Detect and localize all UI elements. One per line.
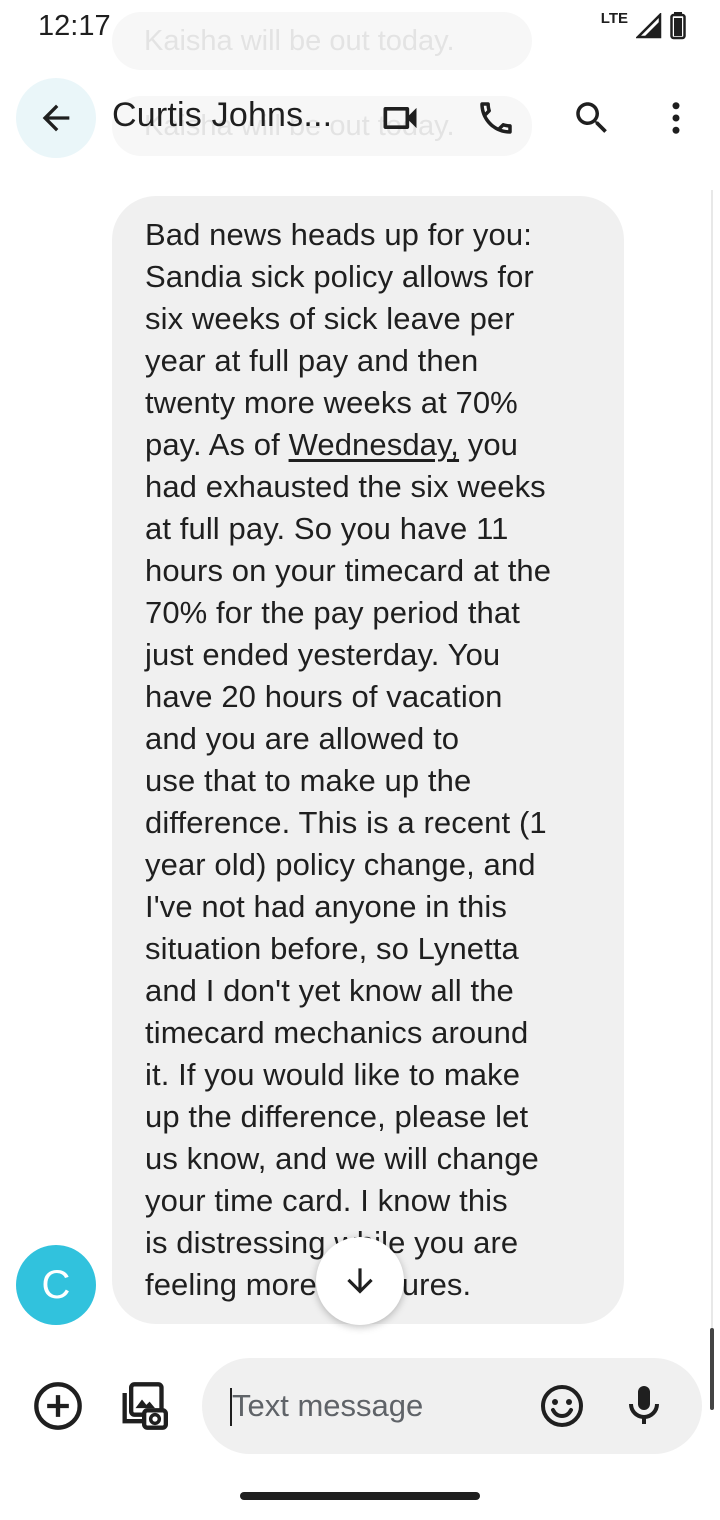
compose-bar — [0, 1358, 720, 1454]
network-type: LTE — [600, 9, 628, 27]
back-arrow-icon — [42, 104, 70, 132]
video-call-button[interactable] — [372, 90, 428, 146]
text-message-input[interactable] — [232, 1358, 522, 1454]
conversation-header: Curtis Johns... — [0, 78, 720, 158]
sender-avatar[interactable]: C — [16, 1245, 96, 1325]
home-indicator[interactable] — [240, 1492, 480, 1500]
message-text: Bad news heads up for you: Sandia sick p… — [145, 214, 596, 1306]
contact-name[interactable]: Curtis Johns... — [112, 96, 332, 135]
emoji-button[interactable] — [538, 1382, 586, 1430]
message-text-end: you had exhausted the six weeks at full … — [145, 427, 552, 1302]
video-call-icon — [383, 107, 417, 129]
message-text-start: Bad news heads up for you: Sandia sick p… — [145, 217, 534, 462]
back-button[interactable] — [16, 78, 96, 158]
gallery-camera-icon — [122, 1382, 168, 1430]
more-options-button[interactable] — [648, 90, 704, 146]
gallery-button[interactable] — [116, 1380, 168, 1432]
more-vert-icon — [672, 102, 680, 134]
search-icon — [576, 102, 607, 133]
battery-icon — [670, 12, 686, 40]
voice-input-button[interactable] — [620, 1382, 668, 1430]
emoji-icon — [541, 1385, 583, 1427]
search-button[interactable] — [564, 90, 620, 146]
scroll-track — [711, 190, 713, 1330]
notification-ghost: Kaisha will be out today. — [112, 12, 532, 70]
phone-call-button[interactable] — [468, 90, 524, 146]
phone-icon — [480, 102, 512, 134]
incoming-message-bubble[interactable]: Bad news heads up for you: Sandia sick p… — [112, 196, 624, 1324]
signal-icon — [636, 13, 662, 39]
status-time: 12:17 — [38, 10, 111, 42]
message-compose-field[interactable] — [202, 1358, 702, 1454]
date-link[interactable]: Wednesday, — [289, 427, 459, 462]
microphone-icon — [629, 1386, 659, 1424]
add-attachment-button[interactable] — [32, 1380, 84, 1432]
arrow-down-icon — [347, 1268, 373, 1294]
add-circle-icon — [34, 1382, 82, 1430]
status-icons: LTE — [600, 9, 686, 40]
scroll-to-bottom-button[interactable] — [316, 1237, 404, 1325]
